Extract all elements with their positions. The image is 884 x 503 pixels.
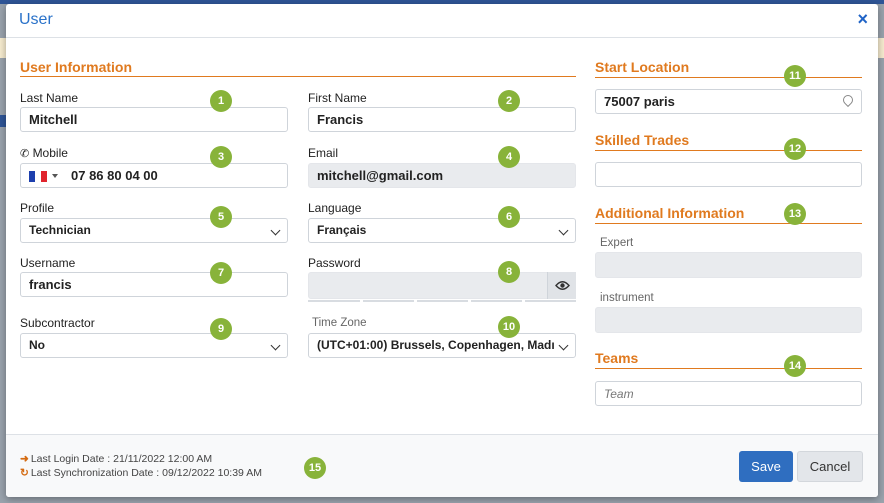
language-label: Language xyxy=(308,201,362,215)
subcontractor-label: Subcontractor xyxy=(20,316,95,330)
password-input[interactable] xyxy=(308,272,576,299)
first-name-input[interactable]: Francis xyxy=(308,107,576,132)
map-pin-icon xyxy=(840,92,856,108)
start-location-input[interactable]: 75007 paris xyxy=(595,89,862,114)
badge-5: 5 xyxy=(210,206,232,228)
modal-title: User xyxy=(19,11,53,28)
expert-label: Expert xyxy=(600,237,634,249)
badge-8: 8 xyxy=(498,261,520,283)
mobile-value: 07 86 80 04 00 xyxy=(71,168,158,183)
badge-13: 13 xyxy=(784,203,806,225)
section-divider xyxy=(20,76,576,77)
badge-11: 11 xyxy=(784,65,806,87)
eye-icon xyxy=(555,281,570,290)
badge-9: 9 xyxy=(210,318,232,340)
sign-in-icon: ➜ xyxy=(20,453,29,465)
instrument-label: instrument xyxy=(600,292,654,304)
start-location-value: 75007 paris xyxy=(604,94,675,109)
chevron-down-icon xyxy=(558,340,569,351)
password-strength-segment xyxy=(471,300,522,302)
section-title-start-location: Start Location xyxy=(595,59,690,75)
timezone-value: (UTC+01:00) Brussels, Copenhagen, Madı xyxy=(317,338,555,352)
modal-footer: ➜ Last Login Date : 21/11/2022 12:00 AM ↻… xyxy=(6,434,878,497)
section-title-additional-information: Additional Information xyxy=(595,205,745,221)
badge-3: 3 xyxy=(210,146,232,168)
last-sync-line: ↻ Last Synchronization Date : 09/12/2022 … xyxy=(20,467,262,479)
profile-select[interactable]: Technician xyxy=(20,218,288,243)
save-button[interactable]: Save xyxy=(739,451,793,482)
badge-14: 14 xyxy=(784,355,806,377)
password-label: Password xyxy=(308,256,361,270)
last-login-line: ➜ Last Login Date : 21/11/2022 12:00 AM xyxy=(20,453,212,465)
password-strength-segment xyxy=(525,300,576,302)
profile-label: Profile xyxy=(20,201,55,215)
badge-7: 7 xyxy=(210,262,232,284)
profile-value: Technician xyxy=(29,223,91,237)
phone-icon: ✆ xyxy=(20,148,30,160)
password-strength-segment xyxy=(417,300,468,302)
skilled-trades-input[interactable] xyxy=(595,162,862,187)
mobile-label: ✆ Mobile xyxy=(20,146,68,160)
instrument-field xyxy=(595,307,862,333)
email-field: mitchell@gmail.com xyxy=(308,163,576,188)
language-value: Français xyxy=(317,223,367,237)
team-input[interactable]: Team xyxy=(595,381,862,406)
modal-header: User × xyxy=(6,4,878,38)
timezone-select[interactable]: (UTC+01:00) Brussels, Copenhagen, Madı xyxy=(308,333,576,358)
badge-12: 12 xyxy=(784,138,806,160)
refresh-icon: ↻ xyxy=(20,467,29,479)
section-divider xyxy=(595,77,862,78)
email-label: Email xyxy=(308,146,339,160)
username-input[interactable]: francis xyxy=(20,272,288,297)
last-sync-text: Last Synchronization Date : 09/12/2022 1… xyxy=(30,467,262,479)
password-toggle-button[interactable] xyxy=(547,272,576,299)
user-modal: User × User Information Last Name Mitche… xyxy=(6,4,878,497)
badge-2: 2 xyxy=(498,90,520,112)
team-placeholder: Team xyxy=(604,387,634,401)
badge-6: 6 xyxy=(498,206,520,228)
last-name-input[interactable]: Mitchell xyxy=(20,107,288,132)
france-flag-icon[interactable] xyxy=(29,171,47,182)
mobile-input[interactable]: 07 86 80 04 00 xyxy=(20,163,288,188)
close-icon[interactable]: × xyxy=(857,9,868,30)
password-strength-segment xyxy=(308,300,360,302)
subcontractor-select[interactable]: No xyxy=(20,333,288,358)
section-title-skilled-trades: Skilled Trades xyxy=(595,132,690,148)
chevron-down-icon xyxy=(558,225,569,236)
language-select[interactable]: Français xyxy=(308,218,576,243)
section-title-teams: Teams xyxy=(595,350,639,366)
section-divider xyxy=(595,150,862,151)
first-name-label: First Name xyxy=(308,91,367,105)
badge-4: 4 xyxy=(498,146,520,168)
chevron-down-icon xyxy=(270,225,281,236)
badge-15: 15 xyxy=(304,457,326,479)
section-title-user-information: User Information xyxy=(20,59,133,75)
last-login-text: Last Login Date : 21/11/2022 12:00 AM xyxy=(30,453,213,465)
chevron-down-icon[interactable] xyxy=(52,174,58,178)
mobile-label-text: Mobile xyxy=(32,146,68,160)
last-name-label: Last Name xyxy=(20,91,79,105)
badge-10: 10 xyxy=(498,316,520,338)
password-strength-segment xyxy=(363,300,414,302)
chevron-down-icon xyxy=(270,340,281,351)
cancel-button[interactable]: Cancel xyxy=(797,451,863,482)
section-divider xyxy=(595,368,862,369)
badge-1: 1 xyxy=(210,90,232,112)
expert-field xyxy=(595,252,862,278)
subcontractor-value: No xyxy=(29,338,45,352)
timezone-label: Time Zone xyxy=(312,317,367,329)
username-label: Username xyxy=(20,256,76,270)
section-divider xyxy=(595,223,862,224)
